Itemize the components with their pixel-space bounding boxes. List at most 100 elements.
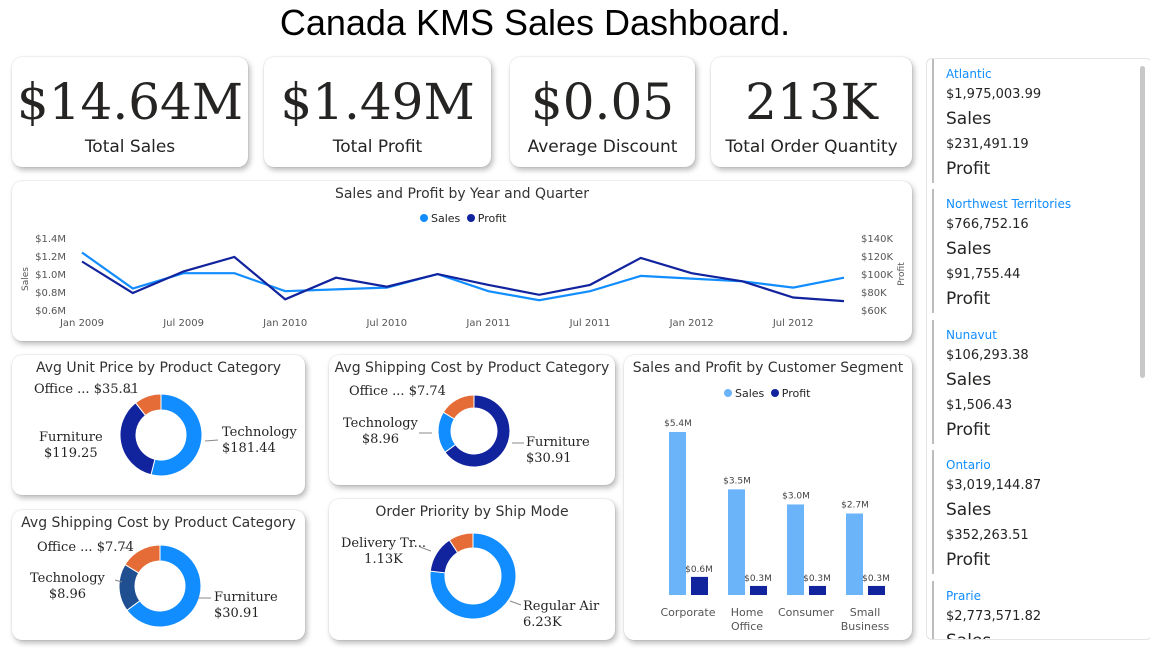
bar-sales: [669, 432, 686, 595]
x-tick-label: Jul 2012: [772, 318, 814, 329]
kpi-value: 213K: [745, 73, 878, 131]
y-right-axis-title: Profit: [897, 262, 907, 286]
y-right-tick-label: $120K: [861, 252, 893, 263]
donut-card-order-priority[interactable]: Order Priority by Ship Mode Delivery Tr.…: [329, 499, 615, 640]
region-card-list[interactable]: Atlantic $1,975,003.99 Sales $231,491.19…: [926, 58, 1150, 640]
region-name: Nunavut: [946, 328, 997, 342]
x-category-label: Consumer: [778, 606, 835, 619]
y-left-axis-title: Sales: [21, 267, 31, 291]
x-tick-label: Jul 2009: [162, 318, 204, 329]
region-card-prarie[interactable]: Prarie $2,773,571.82 Sales: [932, 581, 1146, 639]
region-profit-value: $1,506.43: [946, 398, 1013, 413]
y-right-tick-label: $140K: [861, 234, 893, 245]
x-tick-label: Jul 2011: [569, 318, 611, 329]
donut-label-furniture: Furniture $30.91: [214, 590, 278, 621]
bar-data-label: $3.5M: [723, 476, 751, 486]
y-right-tick-label: $80K: [861, 288, 887, 299]
line-chart-card[interactable]: Sales and Profit by Year and Quarter Sal…: [12, 181, 912, 341]
bar-sales: [728, 489, 745, 595]
bar-profit: [691, 576, 708, 595]
kpi-card-total-order-quantity[interactable]: 213K Total Order Quantity: [711, 57, 912, 167]
donut-label-delivery-truck: Delivery Tr... 1.13K: [341, 536, 427, 567]
y-left-tick-label: $1.2M: [35, 252, 66, 263]
donut-label-office: Office ... $7.74: [37, 540, 134, 555]
donut-label-technology: Technology $8.96: [343, 416, 418, 447]
kpi-value: $14.64M: [16, 73, 244, 131]
region-sales-value: $3,019,144.87: [946, 478, 1042, 493]
region-list-scrollbar[interactable]: [1140, 66, 1145, 378]
bar-sales: [846, 513, 863, 595]
bar-sales: [787, 504, 804, 595]
line-chart-plot: Sales Profit $1.4M $1.2M $1.0M $0.8M $0.6M $1…: [21, 234, 907, 329]
bar-chart-plot: $5.4M $0.6M Corporate $3.5M $0.3M HomeOffice $…: [661, 419, 890, 633]
region-sales-value: $766,752.16: [946, 217, 1029, 232]
y-left-tick-label: $1.0M: [35, 270, 66, 281]
bar-chart-card[interactable]: Sales and Profit by Customer Segment Sal…: [624, 355, 912, 640]
region-name: Atlantic: [946, 67, 992, 81]
region-profit-label: Profit: [946, 159, 991, 179]
y-right-tick-label: $60K: [861, 306, 887, 317]
donut-card-shipping-bottom[interactable]: Avg Shipping Cost by Product Category Of…: [12, 510, 305, 640]
donut-label-furniture: Furniture $119.25: [39, 430, 103, 461]
kpi-label: Total Order Quantity: [725, 137, 898, 157]
bar-profit: [750, 585, 767, 595]
region-profit-value: $91,755.44: [946, 267, 1021, 282]
donut-card-shipping-top[interactable]: Avg Shipping Cost by Product Category Of…: [329, 355, 615, 485]
donut-label-regular-air: Regular Air 6.23K: [523, 599, 600, 630]
kpi-card-total-profit[interactable]: $1.49M Total Profit: [264, 57, 491, 167]
region-sales-label: Sales: [946, 239, 992, 259]
region-sales-label: Sales: [946, 109, 992, 129]
x-tick-label: Jul 2010: [365, 318, 407, 329]
region-name: Northwest Territories: [946, 197, 1072, 211]
kpi-label: Total Profit: [332, 137, 423, 157]
dashboard-title: Canada KMS Sales Dashboard.: [279, 2, 791, 43]
region-card-atlantic[interactable]: Atlantic $1,975,003.99 Sales $231,491.19…: [932, 59, 1146, 183]
sales-line: [81, 251, 845, 302]
y-left-tick-label: $0.6M: [35, 306, 66, 317]
region-profit-label: Profit: [946, 550, 991, 570]
kpi-card-average-discount[interactable]: $0.05 Average Discount: [510, 57, 695, 167]
region-sales-label: Sales: [946, 370, 992, 390]
bar-data-label: $0.6M: [685, 565, 713, 575]
x-tick-label: Jan 2009: [59, 318, 104, 329]
donut-label-office: Office ... $7.74: [349, 384, 446, 399]
bar-profit: [868, 585, 885, 595]
bar-data-label: $2.7M: [841, 501, 869, 511]
region-profit-value: $231,491.19: [946, 137, 1029, 152]
donut-slice: [119, 402, 156, 476]
region-sales-value: $2,773,571.82: [946, 609, 1042, 624]
region-name: Prarie: [946, 589, 981, 603]
region-name: Ontario: [946, 458, 991, 472]
region-sales-label: Sales: [946, 629, 1146, 639]
y-left-tick-label: $1.4M: [35, 234, 66, 245]
region-profit-label: Profit: [946, 289, 991, 309]
kpi-value: $1.49M: [280, 73, 475, 131]
donut-card-unit-price[interactable]: Avg Unit Price by Product Category Offic…: [12, 355, 305, 495]
x-category-label: Office: [731, 620, 763, 633]
x-tick-label: Jan 2012: [669, 318, 714, 329]
y-left-tick-label: $0.8M: [35, 288, 66, 299]
region-card-ontario[interactable]: Ontario $3,019,144.87 Sales $352,263.51 …: [932, 450, 1146, 574]
x-category-label: Small: [850, 606, 881, 619]
bar-data-label: $0.3M: [803, 574, 831, 584]
x-category-label: Corporate: [661, 606, 716, 619]
region-profit-label: Profit: [946, 420, 991, 440]
x-tick-label: Jan 2010: [262, 318, 307, 329]
x-tick-label: Jan 2011: [465, 318, 510, 329]
region-sales-value: $1,975,003.99: [946, 87, 1042, 102]
bar-data-label: $3.0M: [782, 491, 810, 501]
region-card-nunavut[interactable]: Nunavut $106,293.38 Sales $1,506.43 Prof…: [932, 320, 1146, 444]
kpi-label: Average Discount: [527, 137, 678, 157]
region-profit-value: $352,263.51: [946, 528, 1029, 543]
donut-label-furniture: Furniture $30.91: [526, 435, 590, 466]
region-card-northwest-territories[interactable]: Northwest Territories $766,752.16 Sales …: [932, 189, 1146, 313]
x-category-label: Home: [731, 606, 764, 619]
y-right-tick-label: $100K: [861, 270, 893, 281]
profit-line: [81, 255, 845, 303]
kpi-value: $0.05: [530, 73, 675, 131]
bar-profit: [809, 585, 826, 595]
bar-data-label: $5.4M: [664, 419, 692, 429]
region-sales-value: $106,293.38: [946, 348, 1029, 363]
x-category-label: Business: [841, 620, 890, 633]
kpi-card-total-sales[interactable]: $14.64M Total Sales: [12, 57, 248, 167]
